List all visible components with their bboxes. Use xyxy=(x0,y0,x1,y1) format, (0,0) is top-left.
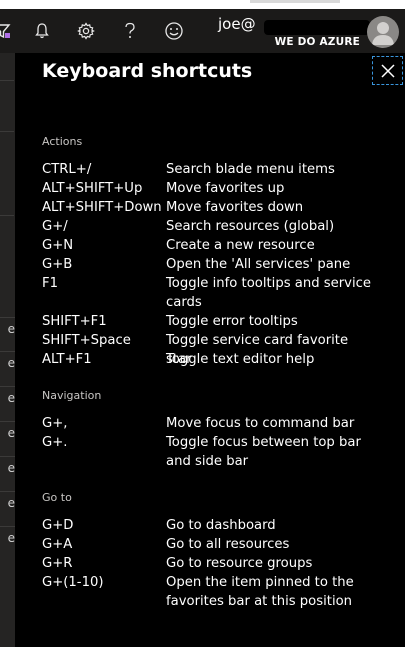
panel-title: Keyboard shortcuts xyxy=(42,60,253,82)
question-icon[interactable] xyxy=(118,19,142,43)
shortcut-key: ALT+SHIFT+Up xyxy=(42,181,143,196)
shortcut-description: Move focus to command bar xyxy=(166,416,355,431)
shortcut-key: G+D xyxy=(42,518,74,533)
shortcut-key: ALT+SHIFT+Down xyxy=(42,200,162,215)
shortcut-key: G+N xyxy=(42,238,74,253)
shortcut-description: Go to resource groups xyxy=(166,556,313,571)
shortcut-key: G+, xyxy=(42,416,68,431)
shortcut-key: CTRL+/ xyxy=(42,162,92,177)
shortcut-description: Open the 'All services' pane xyxy=(166,257,351,272)
user-name: joe@ xyxy=(218,15,256,33)
directory-name: WE DO AZURE xyxy=(274,36,360,48)
close-icon xyxy=(380,63,395,78)
left-list-item[interactable]: e xyxy=(0,421,15,444)
bell-icon[interactable] xyxy=(30,19,54,43)
section-label-go-to: Go to xyxy=(42,491,72,504)
browser-strip xyxy=(0,0,405,9)
shortcut-key: G+/ xyxy=(42,219,68,234)
keyboard-shortcuts-panel: Keyboard shortcuts Actions CTRL+/ Search … xyxy=(15,53,405,647)
smiley-icon[interactable] xyxy=(162,19,186,43)
left-list-item[interactable]: e xyxy=(0,351,15,374)
left-list-item[interactable]: e xyxy=(0,456,15,479)
shortcut-key: ALT+F1 xyxy=(42,352,92,367)
shortcut-key: F1 xyxy=(42,276,58,291)
account-menu[interactable]: joe@ WE DO AZURE xyxy=(218,15,370,53)
shortcut-description: Move favorites down xyxy=(166,200,304,215)
filter-icon[interactable] xyxy=(0,19,14,43)
shortcut-description: Toggle text editor help xyxy=(166,352,315,367)
shortcut-description: Search blade menu items xyxy=(166,162,335,177)
shortcut-description: Go to dashboard xyxy=(166,518,276,533)
shortcut-key: G+R xyxy=(42,556,73,571)
shortcut-key: G+B xyxy=(42,257,73,272)
left-list-item[interactable]: e xyxy=(0,386,15,409)
close-button[interactable] xyxy=(372,56,403,85)
left-list-item[interactable]: e xyxy=(0,526,15,549)
left-list-item[interactable]: e xyxy=(0,491,15,514)
shortcut-description: Toggle error tooltips xyxy=(166,314,298,329)
left-list-item[interactable]: e xyxy=(0,317,15,340)
shortcut-description: Create a new resource xyxy=(166,238,315,253)
shortcut-description: Move favorites up xyxy=(166,181,285,196)
shortcut-description: Go to all resources xyxy=(166,537,290,552)
section-label-actions: Actions xyxy=(42,135,83,148)
divider xyxy=(0,80,14,81)
top-bar: joe@ WE DO AZURE xyxy=(0,9,405,53)
browser-strip-edge xyxy=(250,0,340,3)
gear-icon[interactable] xyxy=(74,19,98,43)
shortcut-key: G+(1-10) xyxy=(42,575,104,590)
shortcut-description: Open the item pinned to the favorites ba… xyxy=(166,575,354,609)
section-label-navigation: Navigation xyxy=(42,389,102,402)
shortcut-description: Toggle info tooltips and service cards xyxy=(166,276,371,310)
shortcut-description: Toggle focus between top bar and side ba… xyxy=(166,435,361,469)
divider xyxy=(0,215,14,216)
shortcut-description: Search resources (global) xyxy=(166,219,335,234)
shortcut-key: SHIFT+F1 xyxy=(42,314,107,329)
shortcut-key: SHIFT+Space xyxy=(42,333,131,348)
divider xyxy=(0,131,14,132)
shortcut-key: G+A xyxy=(42,537,73,552)
left-background-blade: e e e e e e e xyxy=(0,53,16,647)
avatar[interactable] xyxy=(367,16,399,48)
redaction-bar xyxy=(264,20,370,35)
shortcut-key: G+. xyxy=(42,435,68,450)
